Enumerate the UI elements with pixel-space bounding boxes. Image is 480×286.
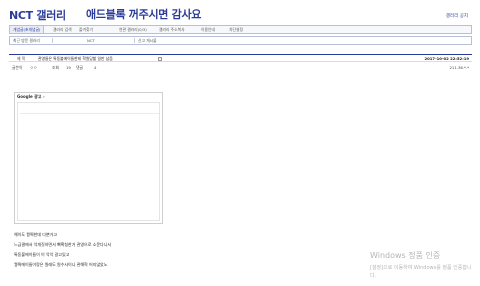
windows-activation-line: 다.	[370, 273, 377, 279]
body-line: 느금결에서 악개짓하면서 뼈확칭한거 관영으로 소문다니서	[14, 242, 112, 247]
tab-favorites[interactable]: 즐겨찾기	[79, 26, 93, 33]
ad-divider	[20, 113, 159, 114]
body-line: 꿩찍에이들이랑은 원래도 원수사이니 관해혁 어지않았노	[14, 262, 108, 267]
ad-label-text: Google 광고	[17, 94, 42, 99]
post-title-row: 제 목 관영들은 톡동불에이들한테 학원당할 일만 남음 2017-10-02 …	[9, 54, 472, 62]
views-count: 19	[66, 65, 71, 70]
tab-related-galleries[interactable]: 연관 갤러리(0/3)	[119, 26, 147, 33]
document-icon	[158, 56, 162, 61]
google-ad-box[interactable]: Google 광고»	[14, 92, 163, 224]
gallery-notice-link[interactable]: 갤러리 공지	[446, 13, 468, 19]
post-meta-row: 글쓴이 ㅇㅇ 조회 19 댓글 4 211.36.*.*	[9, 63, 472, 71]
ad-banner-text: 애드블록 꺼주시면 감사요	[86, 8, 202, 21]
windows-activation-line: [설정]으로 이동하여 Windows를 정품 인증합니	[370, 265, 472, 271]
comments-label: 댓글	[76, 65, 83, 70]
windows-activation-title: Windows 정품 인증	[370, 251, 441, 260]
recent-galleries-label[interactable]: 최근 방문 갤러리	[13, 37, 40, 44]
body-line: 톡동불에이들이 이 악악 갈고있고	[14, 252, 70, 257]
ad-label: Google 광고»	[17, 94, 45, 100]
comments-count[interactable]: 4	[94, 65, 96, 70]
gallery-title[interactable]: NCT 갤러리	[9, 7, 66, 23]
tab-best-posts[interactable]: 개념글(초개념글)	[10, 26, 45, 33]
gallery-tab-bar: 개념글(초개념글) 갤러리 검색 즐겨찾기 연관 갤러리(0/3) 갤러리 주소…	[9, 25, 472, 34]
tab-usage-guide[interactable]: 이용안내	[201, 26, 215, 33]
reported-posts-link[interactable]: 신고 게시물	[138, 37, 157, 44]
tab-gallery-search[interactable]: 갤러리 검색	[53, 26, 72, 33]
author-label: 글쓴이	[12, 65, 23, 70]
post-title: 관영들은 톡동불에이들한테 학원당할 일만 남음	[38, 56, 113, 61]
tab-block-settings[interactable]: 차단설정	[229, 26, 243, 33]
author-ip: 211.36.*.*	[449, 65, 470, 70]
ad-content-area[interactable]	[17, 102, 160, 221]
recent-gallery-bar: 최근 방문 갤러리 NCT 신고 게시물	[9, 36, 472, 45]
body-line: 해이도 꿩찍한데 다뿐거고	[14, 232, 58, 237]
ad-arrow-icon: »	[42, 94, 45, 99]
divider	[52, 38, 53, 43]
author-name[interactable]: ㅇㅇ	[30, 65, 37, 71]
tab-copy-address[interactable]: 갤러리 주소복사	[159, 26, 185, 33]
divider	[134, 38, 135, 43]
title-label: 제 목	[17, 56, 26, 61]
views-label: 조회	[52, 65, 59, 70]
post-date: 2017-10-02 22:52:19	[424, 56, 470, 61]
recent-gallery-nct[interactable]: NCT	[87, 37, 95, 44]
